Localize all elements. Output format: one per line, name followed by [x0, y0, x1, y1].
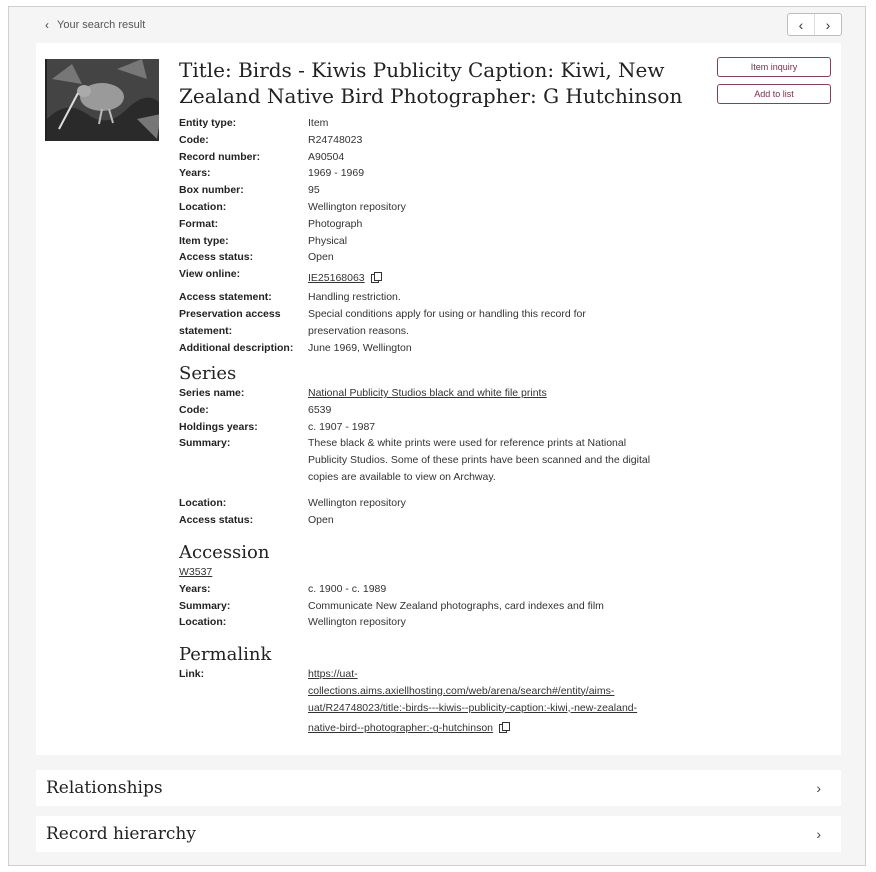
chevron-right-icon: › [816, 780, 821, 796]
series-heading: Series [179, 363, 237, 384]
field-record-number: Record number: A90504 [179, 150, 345, 163]
field-format: Format: Photograph [179, 217, 363, 230]
chevron-left-icon: ‹ [798, 16, 804, 33]
field-series-summary: Summary: These black & white prints were… [179, 437, 651, 483]
field-entity-type: Entity type: Item [179, 117, 329, 129]
field-preservation-access: Preservation access Special conditions ap… [179, 307, 586, 320]
record-thumbnail[interactable] [45, 59, 159, 141]
add-to-list-button[interactable]: Add to list [717, 84, 831, 104]
accession-heading: Accession [179, 542, 270, 563]
next-record-button[interactable]: › [815, 14, 841, 35]
chevron-right-icon: › [825, 16, 831, 33]
series-fields: Series name: National Publicity Studios b… [179, 385, 739, 528]
field-series-code: Code: 6539 [179, 403, 332, 416]
record-hierarchy-title: Record hierarchy [46, 824, 196, 844]
field-box-number: Box number: 95 [179, 184, 320, 197]
field-access-status: Access status: Open [179, 251, 334, 264]
field-access-statement: Access statement: Handling restriction. [179, 291, 401, 304]
field-accession-location: Location: Wellington repository [179, 616, 406, 629]
field-code: Code: R24748023 [179, 133, 363, 146]
chevron-right-icon: › [816, 826, 821, 842]
chevron-left-icon: ‹ [45, 18, 49, 32]
previous-record-button[interactable]: ‹ [788, 14, 815, 35]
permalink-link[interactable]: https://uat- collections.aims.axiellhost… [308, 666, 739, 737]
field-holdings-years: Holdings years: c. 1907 - 1987 [179, 420, 376, 433]
view-online-link[interactable]: IE25168063 [308, 272, 365, 284]
copy-icon[interactable] [370, 272, 382, 284]
copy-icon[interactable] [499, 722, 511, 734]
permalink-heading: Permalink [179, 644, 272, 665]
item-fields: Entity type: Item Code: R24748023 Record n… [179, 115, 739, 356]
record-detail-card: Title: Birds - Kiwis Publicity Caption: … [36, 43, 841, 755]
series-name-link[interactable]: National Publicity Studios black and whi… [308, 387, 547, 399]
accession-code-link[interactable]: W3537 [179, 564, 212, 581]
record-pager: ‹ › [787, 13, 842, 36]
field-accession-summary: Summary: Communicate New Zealand photogra… [179, 599, 604, 612]
record-hierarchy-accordion[interactable]: Record hierarchy › [36, 816, 841, 852]
back-to-search-link[interactable]: ‹ Your search result [45, 18, 145, 32]
field-additional-description: Additional description: June 1969, Wellin… [179, 341, 412, 354]
relationships-accordion[interactable]: Relationships › [36, 770, 841, 806]
accession-fields: W3537 Years: c. 1900 - c. 1989 Summary: Co… [179, 564, 739, 631]
record-title: Title: Birds - Kiwis Publicity Caption: … [179, 58, 683, 108]
field-permalink: Link: https://uat- collections.aims.axie… [179, 666, 739, 737]
field-view-online: View online: IE25168063 [179, 266, 739, 289]
field-location: Location: Wellington repository [179, 200, 406, 213]
top-bar: ‹ Your search result ‹ › [9, 7, 865, 43]
field-years: Years: 1969 - 1969 [179, 167, 365, 180]
kiwi-photo-image [47, 59, 159, 141]
field-item-type: Item type: Physical [179, 234, 348, 247]
page-frame: ‹ Your search result ‹ › Title: Birds - … [8, 6, 866, 866]
field-preservation-access-cont: statement: preservation reasons. [179, 324, 409, 337]
back-link-label: Your search result [57, 19, 146, 31]
relationships-title: Relationships [46, 778, 163, 798]
item-inquiry-button[interactable]: Item inquiry [717, 57, 831, 77]
field-accession-years: Years: c. 1900 - c. 1989 [179, 582, 387, 595]
field-series-access: Access status: Open [179, 513, 334, 526]
field-series-name: Series name: National Publicity Studios b… [179, 387, 547, 399]
permalink-fields: Link: https://uat- collections.aims.axie… [179, 666, 739, 737]
field-series-location: Location: Wellington repository [179, 496, 406, 509]
